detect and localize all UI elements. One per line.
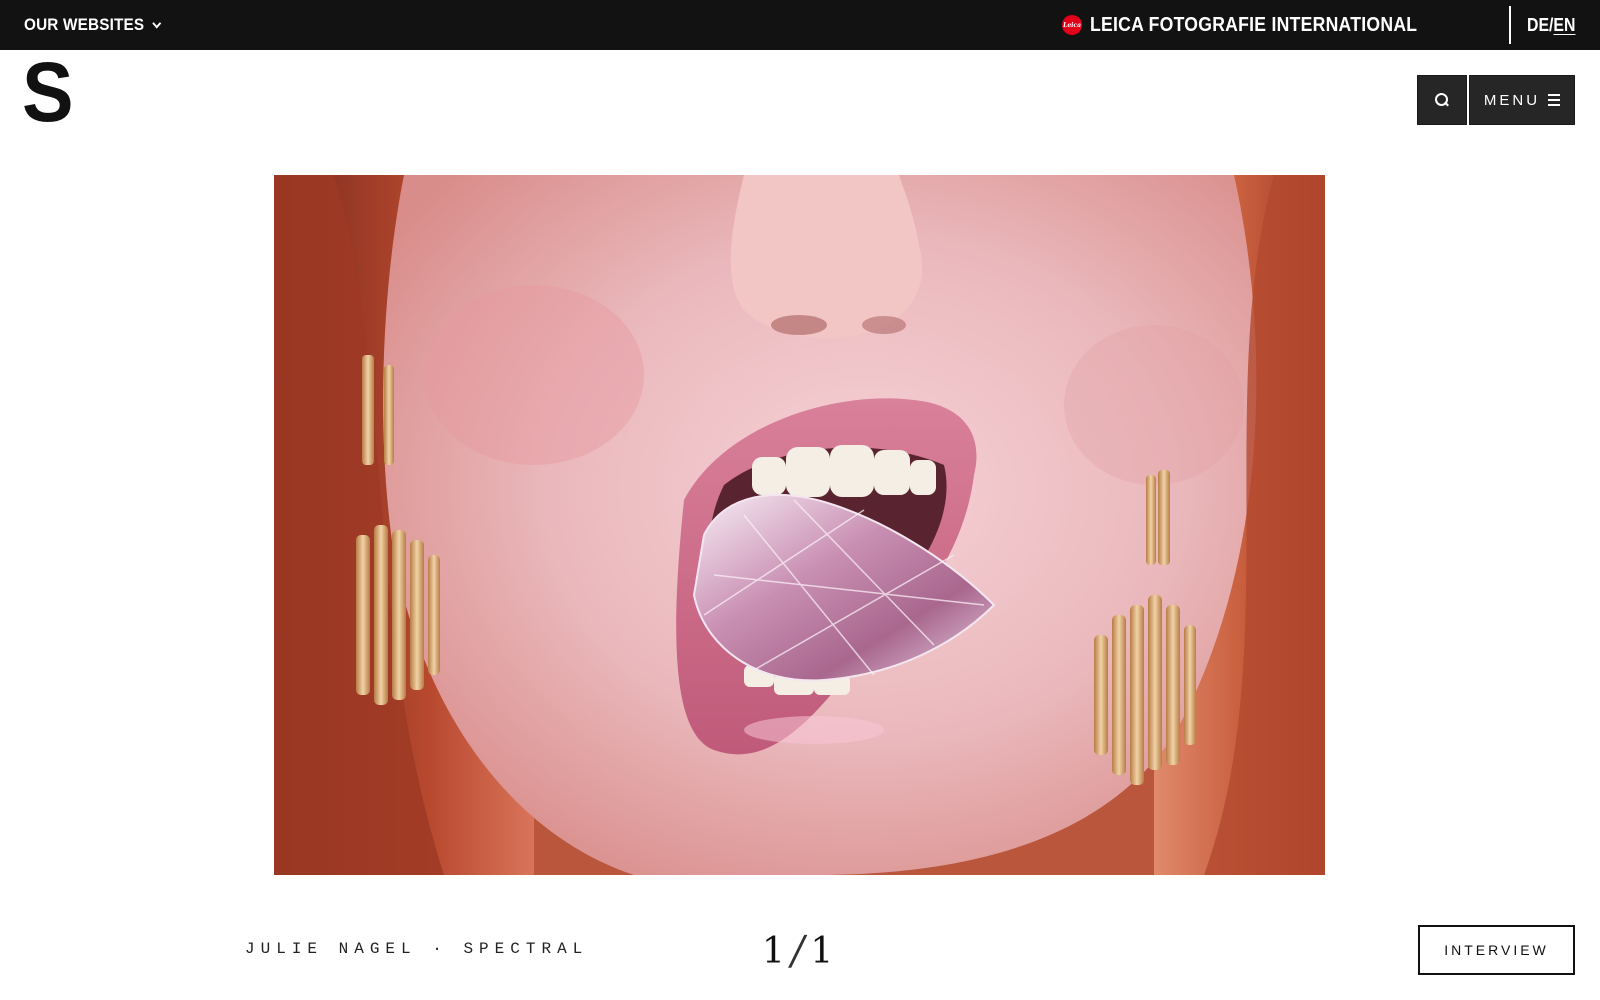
leica-fotografie-link[interactable]: Leica LEICA FOTOGRAFIE INTERNATIONAL [1062, 0, 1462, 50]
counter-slash: / [786, 928, 809, 974]
photographer-name: JULIE NAGEL [245, 940, 417, 958]
our-websites-label: OUR WEBSITES [24, 15, 145, 34]
menu-button[interactable]: MENU [1469, 75, 1575, 125]
our-websites-dropdown[interactable]: OUR WEBSITES [24, 0, 161, 50]
top-bar: OUR WEBSITES Leica LEICA FOTOGRAFIE INTE… [0, 0, 1600, 50]
brand-title: LEICA FOTOGRAFIE INTERNATIONAL [1090, 13, 1418, 36]
leica-logo-icon: Leica [1062, 15, 1083, 35]
search-button[interactable] [1417, 75, 1467, 125]
counter-current: 1 [762, 930, 785, 972]
series-title: SPECTRAL [463, 940, 589, 958]
image-counter: 1 / 1 [762, 928, 833, 974]
leica-logo-text: Leica [1063, 21, 1081, 29]
site-logo[interactable]: S [22, 50, 74, 134]
chevron-down-icon [152, 18, 161, 28]
counter-total: 1 [810, 930, 834, 972]
credit-separator: · [432, 940, 448, 958]
hamburger-icon [1548, 94, 1561, 106]
divider [1509, 6, 1511, 44]
language-switcher: DE / EN [1527, 0, 1575, 50]
language-de-link[interactable]: DE [1527, 15, 1549, 36]
language-en-link[interactable]: EN [1553, 15, 1575, 36]
portrait-image [274, 175, 1325, 875]
photo-credit: JULIE NAGEL · SPECTRAL [245, 940, 588, 958]
featured-photo [274, 175, 1325, 875]
search-icon [1435, 93, 1449, 107]
interview-label: INTERVIEW [1444, 942, 1549, 958]
menu-label: MENU [1483, 91, 1541, 109]
interview-button[interactable]: INTERVIEW [1418, 925, 1575, 975]
